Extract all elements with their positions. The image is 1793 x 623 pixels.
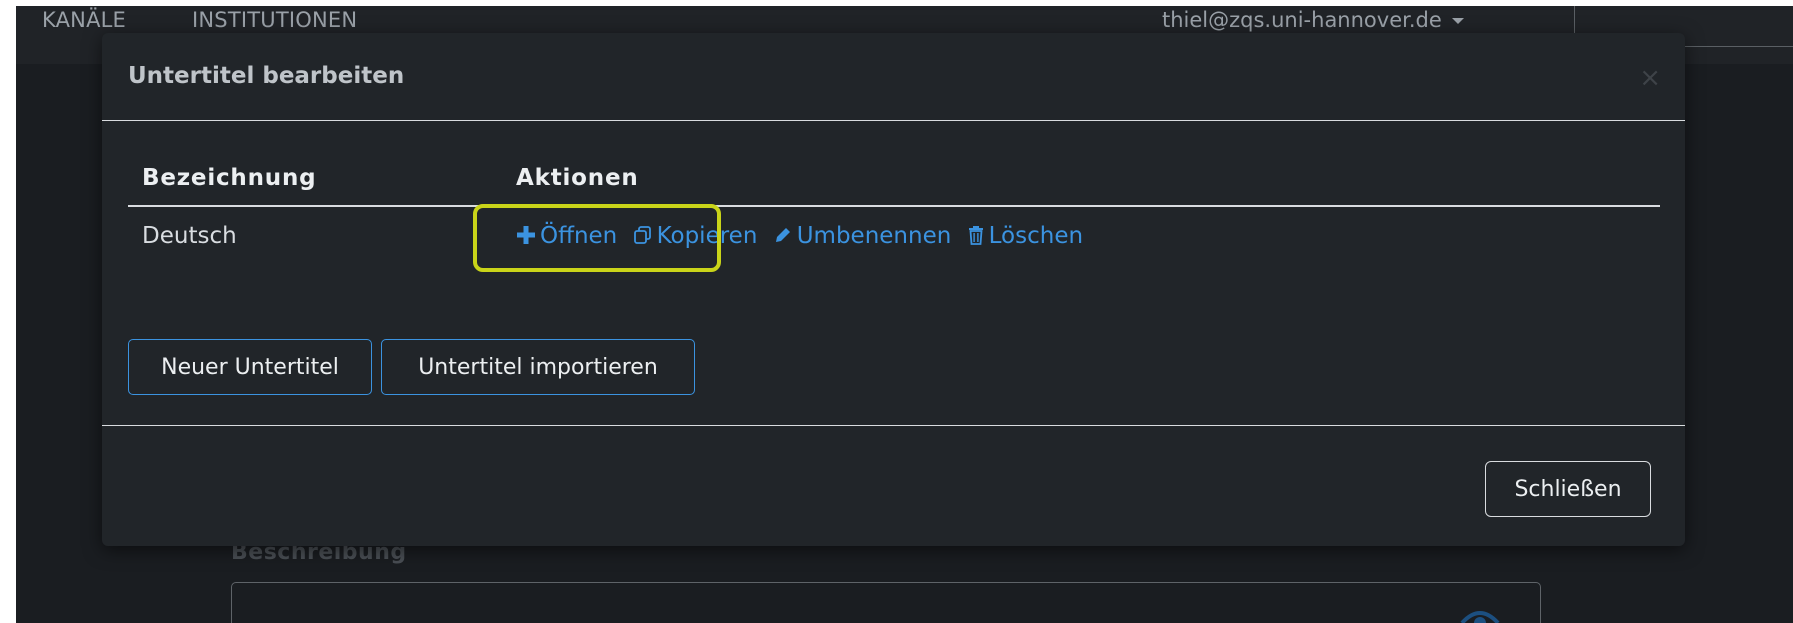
nav-link-institutionen[interactable]: INSTITUTIONEN [192, 8, 357, 32]
rename-subtitle-link[interactable]: Umbenennen [773, 223, 952, 249]
modal-body: Bezeichnung Aktionen Deutsch Öffnen Kopi… [102, 121, 1685, 425]
user-email: thiel@zqs.uni-hannover.de [1162, 8, 1442, 32]
modal-footer: Schließen [102, 425, 1685, 547]
open-subtitle-label: Öffnen [540, 223, 618, 249]
subtitle-actions-cell: Öffnen Kopieren Umbenennen Löschen [502, 206, 1660, 249]
eye-icon[interactable] [1460, 605, 1500, 623]
subtitles-table: Bezeichnung Aktionen Deutsch Öffnen Kopi… [128, 121, 1660, 249]
nav-link-kanaele[interactable]: KANÄLE [42, 8, 126, 32]
new-subtitle-button[interactable]: Neuer Untertitel [128, 339, 372, 395]
user-menu[interactable]: thiel@zqs.uni-hannover.de [1162, 8, 1464, 32]
delete-subtitle-label: Löschen [988, 223, 1084, 249]
column-header-actions: Aktionen [502, 121, 1660, 207]
pencil-icon [775, 228, 790, 242]
import-subtitle-button[interactable]: Untertitel importieren [381, 339, 695, 395]
page-backdrop: KANÄLE INSTITUTIONEN thiel@zqs.uni-hanno… [16, 6, 1793, 623]
table-row: Deutsch Öffnen Kopieren Umbenennen Lösch… [128, 206, 1660, 249]
edit-subtitles-modal: Untertitel bearbeiten × Bezeichnung Akti… [102, 33, 1685, 546]
rename-subtitle-label: Umbenennen [796, 223, 952, 249]
trash-icon [968, 226, 983, 245]
copy-subtitle-label: Kopieren [656, 223, 758, 249]
copy-icon [633, 226, 651, 244]
open-subtitle-link[interactable]: Öffnen [516, 223, 617, 249]
table-header-row: Bezeichnung Aktionen [128, 121, 1660, 207]
plus-icon [517, 226, 535, 244]
caret-down-icon [1451, 18, 1464, 24]
description-textarea[interactable] [231, 582, 1541, 623]
delete-subtitle-link[interactable]: Löschen [967, 223, 1083, 249]
copy-subtitle-link[interactable]: Kopieren [633, 223, 758, 249]
close-icon[interactable]: × [1639, 65, 1661, 91]
modal-title: Untertitel bearbeiten [128, 63, 405, 89]
modal-header: Untertitel bearbeiten × [102, 33, 1685, 121]
column-header-name: Bezeichnung [128, 121, 502, 207]
subtitle-name-cell: Deutsch [142, 223, 237, 249]
close-button[interactable]: Schließen [1485, 461, 1651, 517]
